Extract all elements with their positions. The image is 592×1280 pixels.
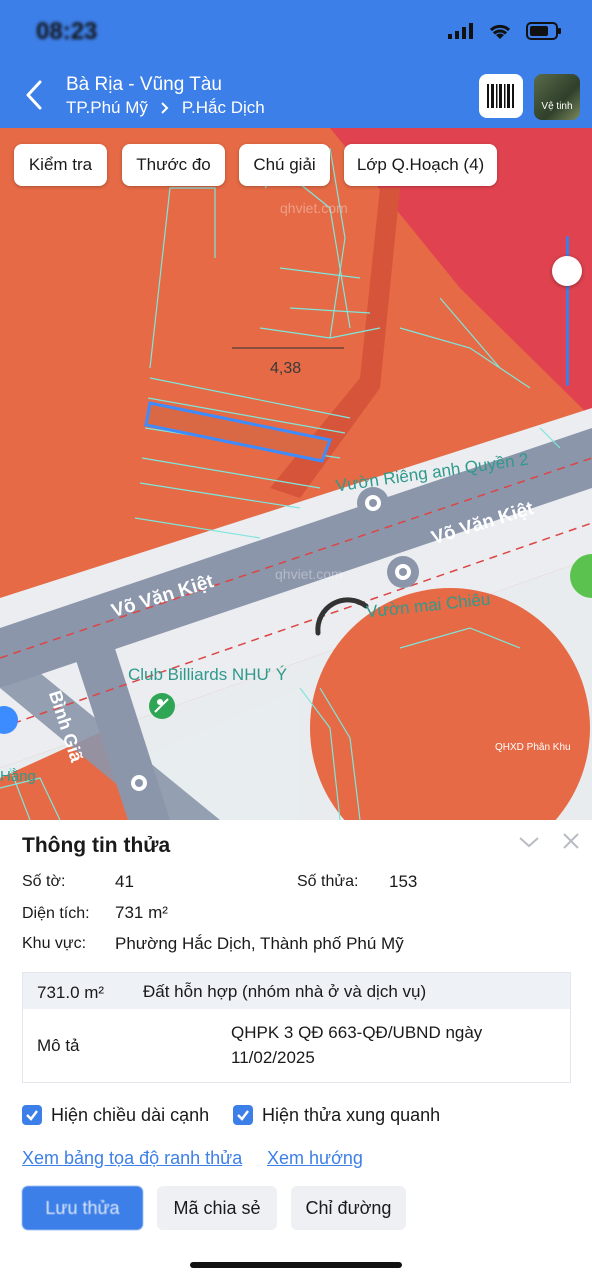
breadcrumb-ward[interactable]: P.Hắc Dịch [182,98,265,118]
chevron-right-icon [161,102,169,114]
selected-parcel [144,401,333,463]
dimension-label: 4,38 [270,360,302,377]
measure-button[interactable]: Thước đo [122,144,225,186]
check-button[interactable]: Kiểm tra [14,144,107,186]
sheet-value: 41 [115,872,134,891]
status-time: 08:23 [36,18,98,45]
home-indicator[interactable] [190,1262,402,1268]
region-value: Phường Hắc Dịch, Thành phố Phú Mỹ [115,934,404,953]
plot-label: Số thửa: [297,873,359,890]
show-neighbor-parcels-label[interactable]: Hiện thửa xung quanh [262,1105,440,1126]
show-neighbor-parcels-checkbox[interactable] [233,1105,253,1125]
layer-tag: QHXD Phân Khu [495,742,571,753]
land-use-area: 731.0 m² [37,983,105,1002]
barcode-scan-button[interactable] [479,74,523,118]
breadcrumb-city[interactable]: TP.Phú Mỹ [66,98,148,118]
check-icon [237,1110,249,1121]
app-header: 08:23 Bà Rịa - Vũng Tàu TP.Phú Mỹ P.Hắc … [0,0,592,128]
share-code-button[interactable]: Mã chia sẻ [157,1186,277,1230]
plot-value: 153 [389,872,418,891]
breadcrumb[interactable]: TP.Phú Mỹ P.Hắc Dịch [66,98,265,118]
map-watermark: qhviet.com [280,200,348,216]
zoom-slider-knob[interactable] [552,256,582,286]
parcel-info-panel: Thông tin thửa Số tờ: 41 Số thửa: 153 Di… [0,820,592,1280]
description-value-line-1: QHPK 3 QĐ 663-QĐ/UBND ngày [231,1023,483,1042]
view-direction-link[interactable]: Xem hướng [267,1148,363,1169]
status-icons [448,22,562,40]
poi-label-4[interactable]: Hằng [0,768,36,785]
show-edge-length-checkbox[interactable] [22,1105,42,1125]
planning-layers-button[interactable]: Lớp Q.Hoạch (4) [344,144,497,186]
signal-icon [448,23,473,39]
back-arrow-icon[interactable] [20,78,50,112]
directions-button[interactable]: Chỉ đường [291,1186,406,1230]
check-icon [26,1110,38,1121]
coordinate-table-link[interactable]: Xem bảng tọa độ ranh thửa [22,1148,242,1169]
billiards-pin [149,693,175,719]
land-use-table: 731.0 m² Đất hỗn hợp (nhóm nhà ở và dịch… [22,972,571,1083]
area-label: Diện tích: [22,905,90,922]
show-edge-length-label[interactable]: Hiện chiều dài cạnh [51,1105,209,1126]
close-icon[interactable] [562,832,580,850]
chevron-down-icon[interactable] [518,834,540,850]
province-title[interactable]: Bà Rịa - Vũng Tàu [66,74,222,96]
legend-button[interactable]: Chú giải [239,144,330,186]
planning-map[interactable]: Kiểm tra Thước đo Chú giải Lớp Q.Hoạch (… [0,128,592,820]
map-canvas[interactable] [0,128,592,820]
description-label: Mô tả [37,1036,80,1055]
description-value-line-2: 11/02/2025 [231,1048,315,1067]
status-bar: 08:23 [0,0,592,64]
panel-title: Thông tin thửa [22,834,171,857]
battery-icon [526,22,561,40]
barcode-icon [487,84,514,108]
poi-label-3[interactable]: Club Billiards NHƯ Ý [128,665,287,685]
sheet-label: Số tờ: [22,873,66,890]
region-label: Khu vực: [22,935,87,952]
area-value: 731 m² [115,903,168,922]
map-watermark-2: qhviet.com [275,566,343,582]
save-parcel-button[interactable]: Lưu thửa [22,1186,143,1230]
satellite-toggle-button[interactable]: Vệ tinh [534,74,580,120]
satellite-label: Vệ tinh [541,101,573,112]
poi-pin-2 [387,556,419,588]
land-use-type: Đất hỗn hợp (nhóm nhà ở và dịch vụ) [143,982,427,1001]
poi-pin-3 [123,767,155,799]
wifi-icon [489,24,511,39]
